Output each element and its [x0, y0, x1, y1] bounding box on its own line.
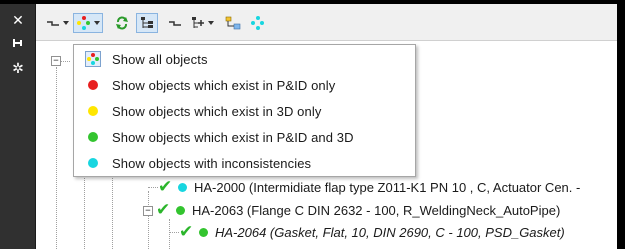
menu-item-label: Show objects which exist in P&ID only	[112, 77, 336, 93]
close-icon[interactable]: ✕	[10, 12, 26, 28]
pin-icon[interactable]	[10, 36, 26, 52]
hierarchy-icon	[225, 16, 241, 30]
tree-node-label: HA-2000 (Intermidiate flap type Z011-K1 …	[194, 179, 581, 195]
tree-view-button[interactable]	[136, 13, 158, 33]
tree-expander[interactable]: −	[143, 206, 153, 216]
menu-item-show-all[interactable]: Show all objects	[74, 46, 415, 72]
link-dropdown-button[interactable]	[44, 13, 70, 33]
panel-side-strip: ✕ ✲	[0, 4, 36, 249]
green-dot-icon	[88, 132, 98, 142]
tree-node[interactable]: ✔ HA-2063 (Flange C DIN 2632 - 100, R_We…	[156, 201, 560, 219]
refresh-button[interactable]	[112, 13, 132, 33]
cyan-dot-icon	[88, 158, 98, 168]
tree-node[interactable]: ✔ HA-2000 (Intermidiate flap type Z011-K…	[158, 178, 580, 196]
menu-item-pid-only[interactable]: Show objects which exist in P&ID only	[74, 72, 415, 98]
window-frame-right	[617, 0, 625, 249]
link-dropdown-icon	[46, 21, 59, 26]
menu-item-label: Show objects with inconsistencies	[112, 155, 312, 171]
tree-add-button[interactable]	[188, 13, 216, 33]
filter-dropdown-menu: Show all objects Show objects which exis…	[73, 44, 416, 177]
tree-view-icon	[141, 17, 153, 28]
menu-item-pid-and-3d[interactable]: Show objects which exist in P&ID and 3D	[74, 124, 415, 150]
link-button[interactable]	[164, 13, 186, 33]
check-icon: ✔	[156, 200, 171, 219]
yellow-dot-icon	[88, 106, 98, 116]
link-icon	[169, 21, 181, 26]
red-dot-icon	[88, 80, 98, 90]
tree-add-icon	[191, 17, 204, 28]
settings-icon[interactable]: ✲	[10, 60, 26, 76]
menu-item-label: Show objects which exist in P&ID and 3D	[112, 129, 354, 145]
status-dot	[199, 227, 208, 237]
tree-node-label: HA-2064 (Gasket, Flat, 10, DIN 2690, C -…	[215, 224, 565, 240]
menu-item-label: Show objects which exist in 3D only	[112, 103, 322, 119]
tree-node[interactable]: ✔ HA-2064 (Gasket, Flat, 10, DIN 2690, C…	[179, 223, 565, 241]
all-objects-icon	[85, 51, 101, 67]
cyan-dots-button[interactable]	[248, 13, 268, 33]
filter-dots-icon	[76, 16, 91, 30]
menu-item-label: Show all objects	[112, 51, 208, 67]
tree-expander-root[interactable]: −	[51, 56, 61, 66]
tree-node-label: HA-2063 (Flange C DIN 2632 - 100, R_Weld…	[192, 202, 561, 218]
filter-dropdown-button[interactable]	[73, 13, 103, 33]
menu-item-inconsistencies[interactable]: Show objects with inconsistencies	[74, 150, 415, 176]
hierarchy-button[interactable]	[222, 13, 244, 33]
refresh-icon	[116, 16, 128, 30]
menu-item-3d-only[interactable]: Show objects which exist in 3D only	[74, 98, 415, 124]
cyan-dots-icon	[251, 16, 265, 30]
toolbar	[36, 4, 617, 41]
check-icon: ✔	[179, 222, 194, 241]
check-icon: ✔	[158, 177, 173, 196]
status-dot	[178, 182, 187, 192]
status-dot	[176, 205, 185, 215]
